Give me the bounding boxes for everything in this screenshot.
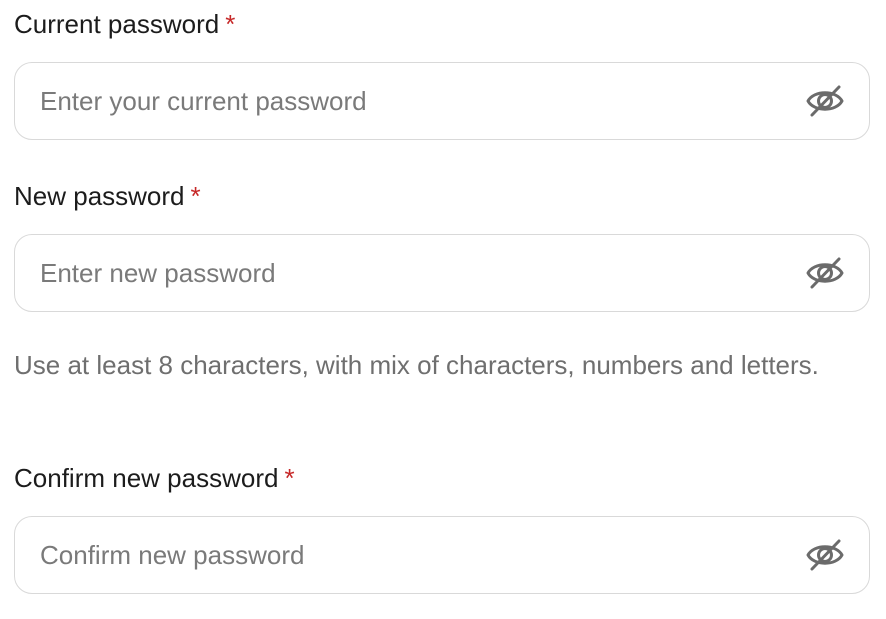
- eye-off-icon[interactable]: [805, 81, 845, 121]
- eye-off-icon[interactable]: [805, 535, 845, 575]
- current-password-input-box: [14, 62, 870, 140]
- confirm-password-label: Confirm new password: [14, 463, 279, 493]
- new-password-label: New password: [14, 181, 185, 211]
- new-password-input-box: [14, 234, 870, 312]
- required-asterisk: *: [284, 463, 295, 493]
- current-password-label-row: Current password *: [14, 9, 870, 39]
- eye-off-icon[interactable]: [805, 253, 845, 293]
- current-password-label: Current password: [14, 9, 220, 39]
- current-password-input[interactable]: [15, 63, 869, 139]
- confirm-password-input-box: [14, 516, 870, 594]
- current-password-field: Current password *: [14, 9, 870, 39]
- password-requirements-hint: Use at least 8 characters, with mix of c…: [14, 350, 819, 380]
- required-asterisk: *: [190, 181, 201, 211]
- confirm-password-field: Confirm new password *: [14, 463, 870, 493]
- new-password-label-row: New password *: [14, 181, 870, 211]
- confirm-password-label-row: Confirm new password *: [14, 463, 870, 493]
- confirm-password-input[interactable]: [15, 517, 869, 593]
- required-asterisk: *: [225, 9, 236, 39]
- new-password-field: New password *: [14, 181, 870, 211]
- new-password-input[interactable]: [15, 235, 869, 311]
